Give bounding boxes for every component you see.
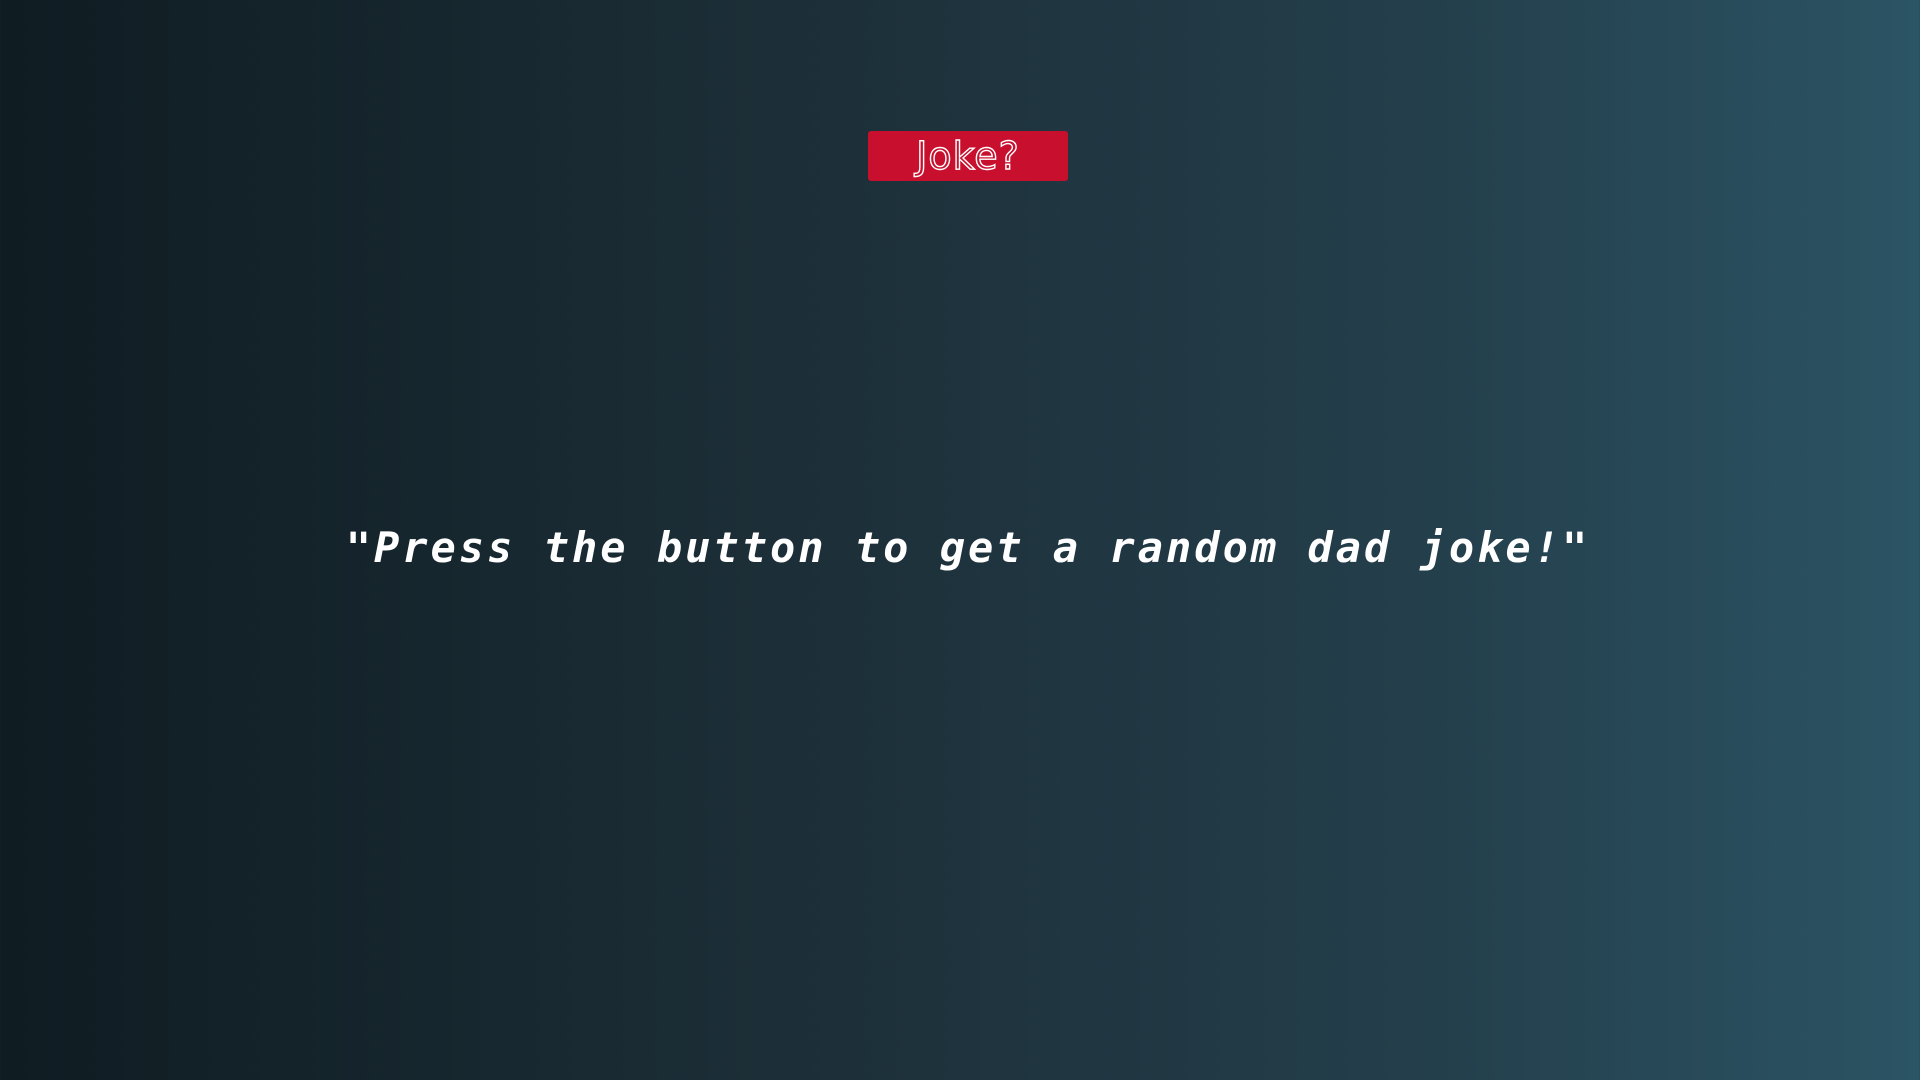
joke-display: "Press the button to get a random dad jo… [345, 523, 1591, 572]
get-joke-button[interactable]: Joke? [868, 131, 1068, 181]
